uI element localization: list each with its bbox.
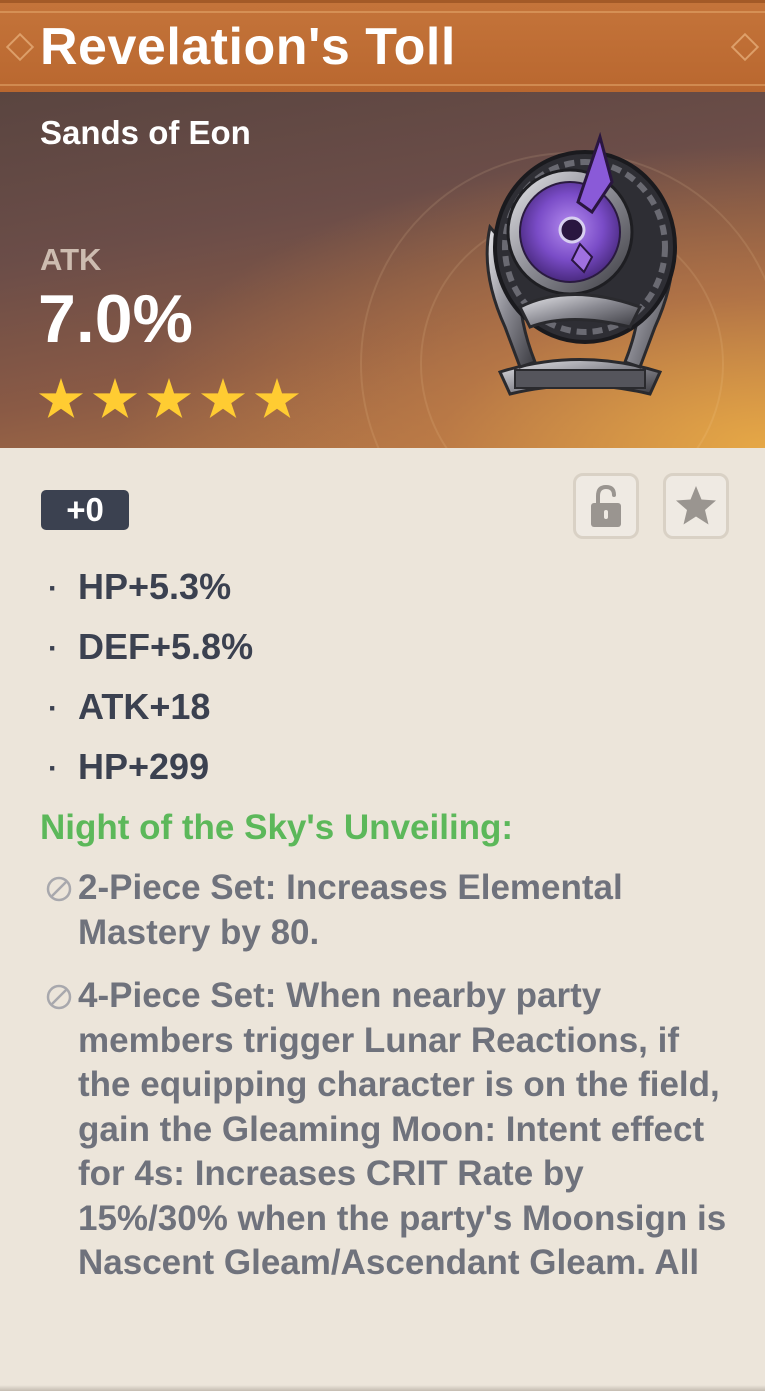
set-effect-text: 4-Piece Set: When nearby party members t… <box>78 976 727 1282</box>
set-effect-2pc: 2-Piece Set: Increases Elemental Mastery… <box>44 866 734 955</box>
set-effect-4pc: 4-Piece Set: When nearby party members t… <box>44 974 734 1286</box>
substat-item: · HP+299 <box>48 746 210 787</box>
star-icon <box>254 378 300 419</box>
artifact-hero-panel: Sands of Eon ATK 7.0% <box>0 92 765 448</box>
star-icon <box>200 378 246 419</box>
unlocked-padlock-icon <box>591 484 621 527</box>
star-icon <box>146 378 192 419</box>
substat-item: · DEF+5.8% <box>48 626 254 667</box>
artifact-name: Revelation's Toll <box>40 18 456 76</box>
set-effect-text: 2-Piece Set: Increases Elemental Mastery… <box>78 868 623 952</box>
favorite-button[interactable] <box>663 473 729 539</box>
substat-item: · HP+5.3% <box>48 566 232 607</box>
scroll-edge <box>0 1385 765 1391</box>
rarity-stars <box>38 378 300 422</box>
substat-text: HP+5.3% <box>78 566 232 607</box>
star-icon <box>676 486 716 525</box>
main-stat-label: ATK <box>40 242 102 277</box>
star-icon <box>38 378 84 419</box>
main-stat-value: 7.0% <box>38 281 193 357</box>
substat-text: HP+299 <box>78 746 210 787</box>
lock-button[interactable] <box>573 473 639 539</box>
substat-text: ATK+18 <box>78 686 211 727</box>
inactive-set-icon <box>46 876 72 902</box>
substat-text: DEF+5.8% <box>78 626 254 667</box>
artifact-details: +0 · HP+5.3% · DEF+5.8% · ATK+18 · HP+299 Ni… <box>0 448 765 1391</box>
substat-item: · ATK+18 <box>48 686 211 727</box>
level-badge: +0 <box>41 490 129 530</box>
star-icon <box>92 378 138 419</box>
artifact-slot-type: Sands of Eon <box>40 114 251 151</box>
set-name: Night of the Sky's Unveiling: <box>40 808 514 847</box>
inactive-set-icon <box>46 984 72 1010</box>
title-bar: Revelation's Toll <box>0 0 765 92</box>
sands-artifact-icon <box>485 132 677 396</box>
